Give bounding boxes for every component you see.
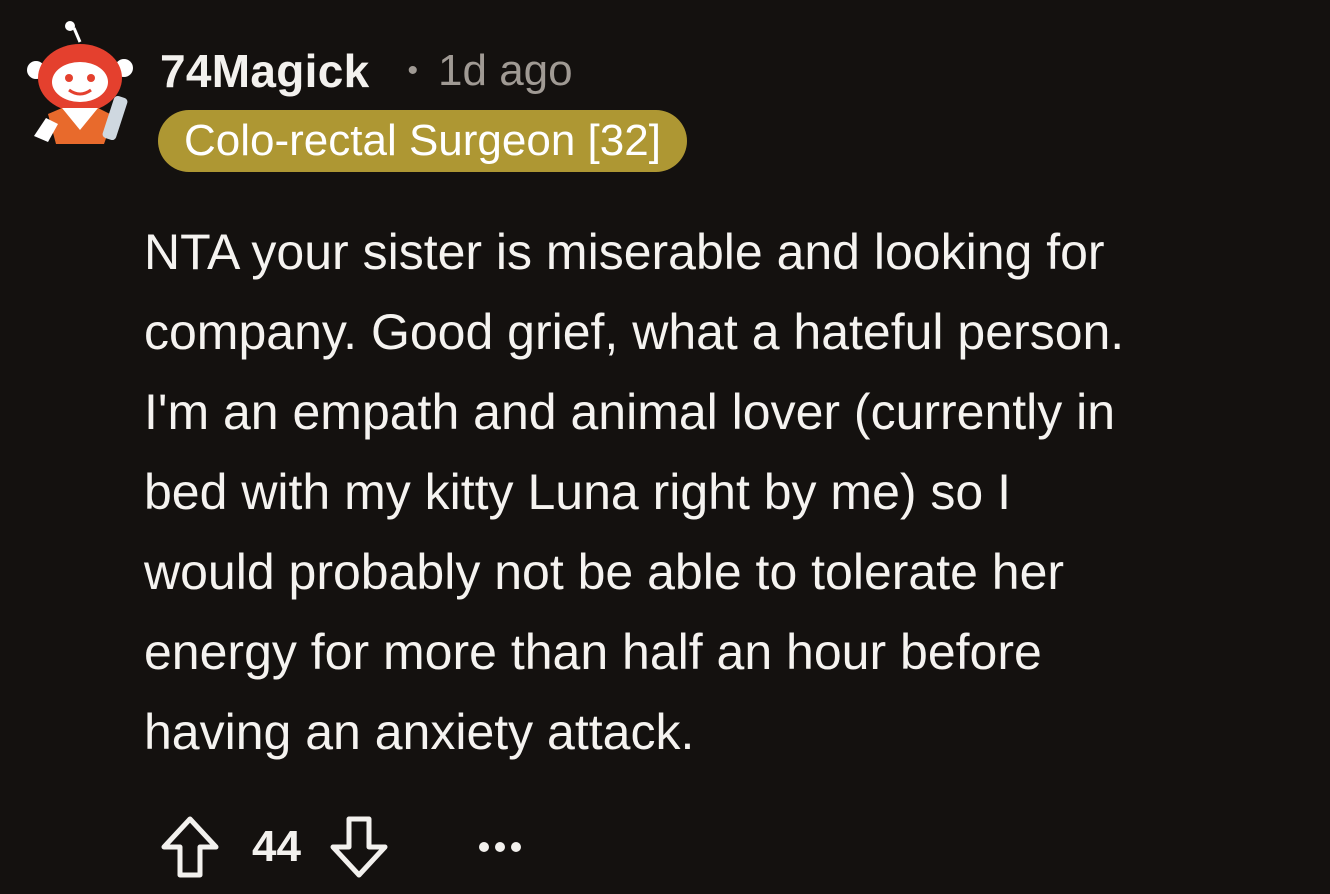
comment-actions: 44 — [158, 812, 525, 882]
downvote-button[interactable] — [327, 812, 391, 882]
user-avatar[interactable] — [22, 18, 140, 150]
comment-header: 74Magick • 1d ago — [160, 40, 573, 102]
username-link[interactable]: 74Magick — [160, 44, 370, 98]
reddit-snoo-avatar-icon — [27, 21, 133, 144]
comment-body: NTA your sister is miserable and looking… — [144, 224, 1125, 760]
meta-separator: • — [407, 54, 419, 87]
comment: 74Magick • 1d ago Colo-rectal Surgeon [3… — [0, 0, 1330, 894]
user-flair-badge: Colo-rectal Surgeon [32] — [158, 110, 687, 172]
upvote-button[interactable] — [158, 812, 222, 882]
comment-timestamp: 1d ago — [438, 46, 573, 95]
more-options-button[interactable] — [475, 812, 525, 882]
arrow-up-icon — [161, 816, 219, 878]
more-horizontal-icon — [478, 842, 521, 852]
arrow-down-icon — [330, 816, 388, 878]
vote-score: 44 — [252, 822, 301, 871]
